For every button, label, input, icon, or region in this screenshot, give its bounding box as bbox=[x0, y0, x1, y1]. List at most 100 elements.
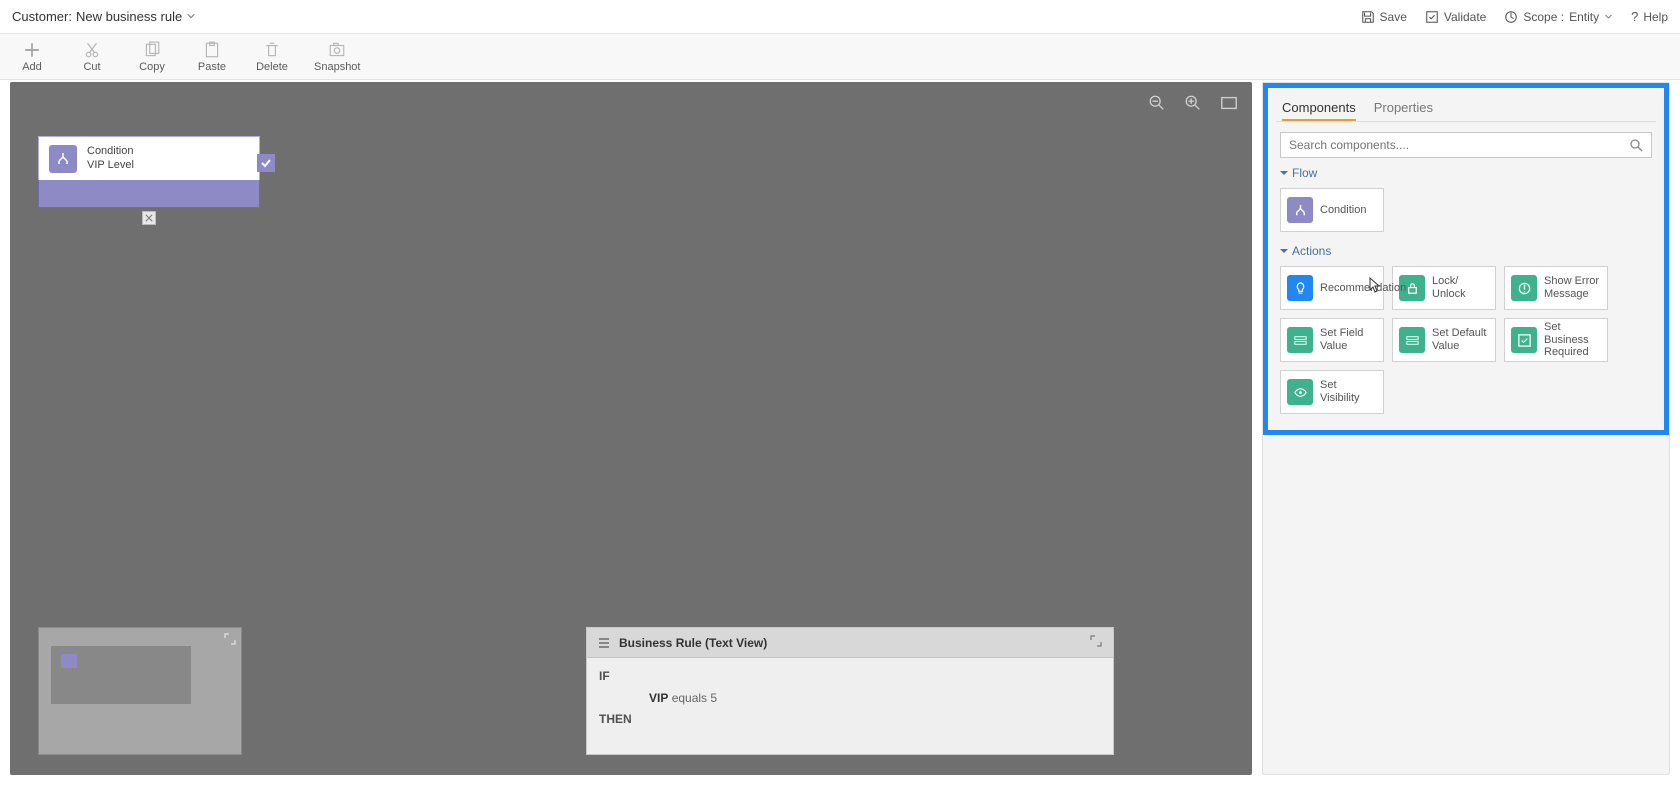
text-view-panel: Business Rule (Text View) IF VIP equals … bbox=[586, 627, 1114, 755]
snapshot-button[interactable]: Snapshot bbox=[314, 41, 360, 73]
paste-button[interactable]: Paste bbox=[194, 41, 230, 73]
text-view-expand-button[interactable] bbox=[1089, 634, 1103, 651]
condition-field: VIP Level bbox=[87, 159, 134, 173]
tab-properties[interactable]: Properties bbox=[1374, 96, 1433, 121]
zoom-out-button[interactable] bbox=[1146, 92, 1168, 114]
collapse-icon bbox=[1280, 247, 1288, 255]
branch-icon bbox=[49, 145, 77, 173]
condition-header: Condition VIP Level bbox=[38, 136, 260, 180]
error-icon bbox=[1511, 275, 1537, 301]
minimap-node bbox=[61, 654, 77, 668]
scope-value: Entity bbox=[1569, 10, 1599, 24]
chevron-down-icon bbox=[1604, 12, 1613, 21]
set-value-icon bbox=[1287, 327, 1313, 353]
component-set-field-value[interactable]: Set Field Value bbox=[1280, 318, 1384, 362]
minimap[interactable] bbox=[38, 627, 242, 755]
component-set-visibility[interactable]: Set Visibility bbox=[1280, 370, 1384, 414]
cursor-icon bbox=[1369, 277, 1381, 293]
delete-icon bbox=[263, 41, 281, 59]
component-label: Set Business Required bbox=[1544, 321, 1601, 359]
save-label: Save bbox=[1380, 10, 1407, 24]
camera-icon bbox=[328, 41, 346, 59]
add-label: Add bbox=[22, 61, 42, 73]
zoom-in-icon bbox=[1184, 94, 1202, 112]
validate-label: Validate bbox=[1444, 10, 1486, 24]
component-lock-unlock[interactable]: Lock/ Unlock bbox=[1392, 266, 1496, 310]
list-icon bbox=[597, 636, 611, 650]
minimap-expand-button[interactable] bbox=[223, 632, 237, 646]
copy-label: Copy bbox=[139, 61, 165, 73]
component-label: Set Default Value bbox=[1432, 327, 1489, 352]
search-input[interactable] bbox=[1289, 138, 1629, 152]
flow-components: Condition bbox=[1276, 186, 1656, 238]
then-keyword: THEN bbox=[599, 712, 632, 726]
expand-icon bbox=[1089, 634, 1103, 648]
tab-components[interactable]: Components bbox=[1282, 96, 1356, 121]
help-button[interactable]: ? Help bbox=[1631, 9, 1668, 24]
component-label: Show Error Message bbox=[1544, 275, 1601, 300]
component-label: Lock/ Unlock bbox=[1432, 275, 1489, 300]
component-set-default-value[interactable]: Set Default Value bbox=[1392, 318, 1496, 362]
component-recommendation[interactable]: Recommendation bbox=[1280, 266, 1384, 310]
sidebar-tabs: Components Properties bbox=[1276, 94, 1656, 122]
text-view-header: Business Rule (Text View) bbox=[587, 628, 1113, 658]
validate-button[interactable]: Validate bbox=[1425, 10, 1486, 24]
component-label: Set Visibility bbox=[1320, 379, 1377, 404]
expand-icon bbox=[223, 632, 237, 646]
main-layout: Condition VIP Level bbox=[0, 80, 1680, 785]
title-prefix: Customer: bbox=[12, 9, 72, 24]
chevron-down-icon bbox=[186, 10, 196, 24]
fit-icon bbox=[1220, 94, 1238, 112]
component-set-business-required[interactable]: Set Business Required bbox=[1504, 318, 1608, 362]
components-panel-highlighted: Components Properties Flow Condition bbox=[1263, 83, 1669, 435]
help-icon: ? bbox=[1631, 9, 1638, 24]
copy-icon bbox=[143, 41, 161, 59]
scope-select[interactable]: Scope : Entity bbox=[1504, 10, 1613, 24]
validate-icon bbox=[1425, 10, 1439, 24]
canvas-controls bbox=[1146, 92, 1240, 114]
if-keyword: IF bbox=[599, 669, 610, 683]
check-icon bbox=[260, 157, 272, 169]
delete-button[interactable]: Delete bbox=[254, 41, 290, 73]
rule-expression: VIP equals 5 bbox=[649, 688, 1101, 710]
scope-icon bbox=[1504, 10, 1518, 24]
scope-label: Scope : bbox=[1523, 10, 1564, 24]
condition-body[interactable] bbox=[38, 180, 260, 208]
search-components[interactable] bbox=[1280, 132, 1652, 158]
snapshot-label: Snapshot bbox=[314, 61, 360, 73]
paste-icon bbox=[203, 41, 221, 59]
fit-button[interactable] bbox=[1218, 92, 1240, 114]
section-flow-label: Flow bbox=[1292, 166, 1317, 180]
lightbulb-icon bbox=[1287, 275, 1313, 301]
component-label: Condition bbox=[1320, 204, 1366, 217]
add-button[interactable]: Add bbox=[14, 41, 50, 73]
title-bar: Customer: New business rule Save Validat… bbox=[0, 0, 1680, 34]
section-actions[interactable]: Actions bbox=[1280, 244, 1652, 258]
paste-label: Paste bbox=[198, 61, 226, 73]
action-components: Recommendation Lock/ Unlock Show Error M… bbox=[1276, 264, 1656, 420]
copy-button[interactable]: Copy bbox=[134, 41, 170, 73]
component-condition[interactable]: Condition bbox=[1280, 188, 1384, 232]
search-icon bbox=[1629, 138, 1643, 152]
text-view-title: Business Rule (Text View) bbox=[619, 636, 767, 650]
eye-icon bbox=[1287, 379, 1313, 405]
save-button[interactable]: Save bbox=[1361, 10, 1407, 24]
condition-false-handle[interactable] bbox=[142, 211, 156, 225]
component-show-error[interactable]: Show Error Message bbox=[1504, 266, 1608, 310]
component-label: Recommendation bbox=[1320, 282, 1406, 295]
text-view-body: IF VIP equals 5 THEN bbox=[587, 658, 1113, 739]
condition-node[interactable]: Condition VIP Level bbox=[38, 136, 260, 208]
page-title[interactable]: Customer: New business rule bbox=[12, 9, 196, 24]
plus-icon bbox=[23, 41, 41, 59]
condition-label: Condition bbox=[87, 145, 134, 159]
branch-icon bbox=[1287, 197, 1313, 223]
set-default-icon bbox=[1399, 327, 1425, 353]
section-actions-label: Actions bbox=[1292, 244, 1331, 258]
cut-button[interactable]: Cut bbox=[74, 41, 110, 73]
design-canvas[interactable]: Condition VIP Level bbox=[10, 82, 1252, 775]
zoom-in-button[interactable] bbox=[1182, 92, 1204, 114]
minimap-viewport[interactable] bbox=[51, 646, 191, 704]
condition-true-handle[interactable] bbox=[257, 154, 275, 172]
section-flow[interactable]: Flow bbox=[1280, 166, 1652, 180]
condition-text: Condition VIP Level bbox=[87, 145, 134, 173]
